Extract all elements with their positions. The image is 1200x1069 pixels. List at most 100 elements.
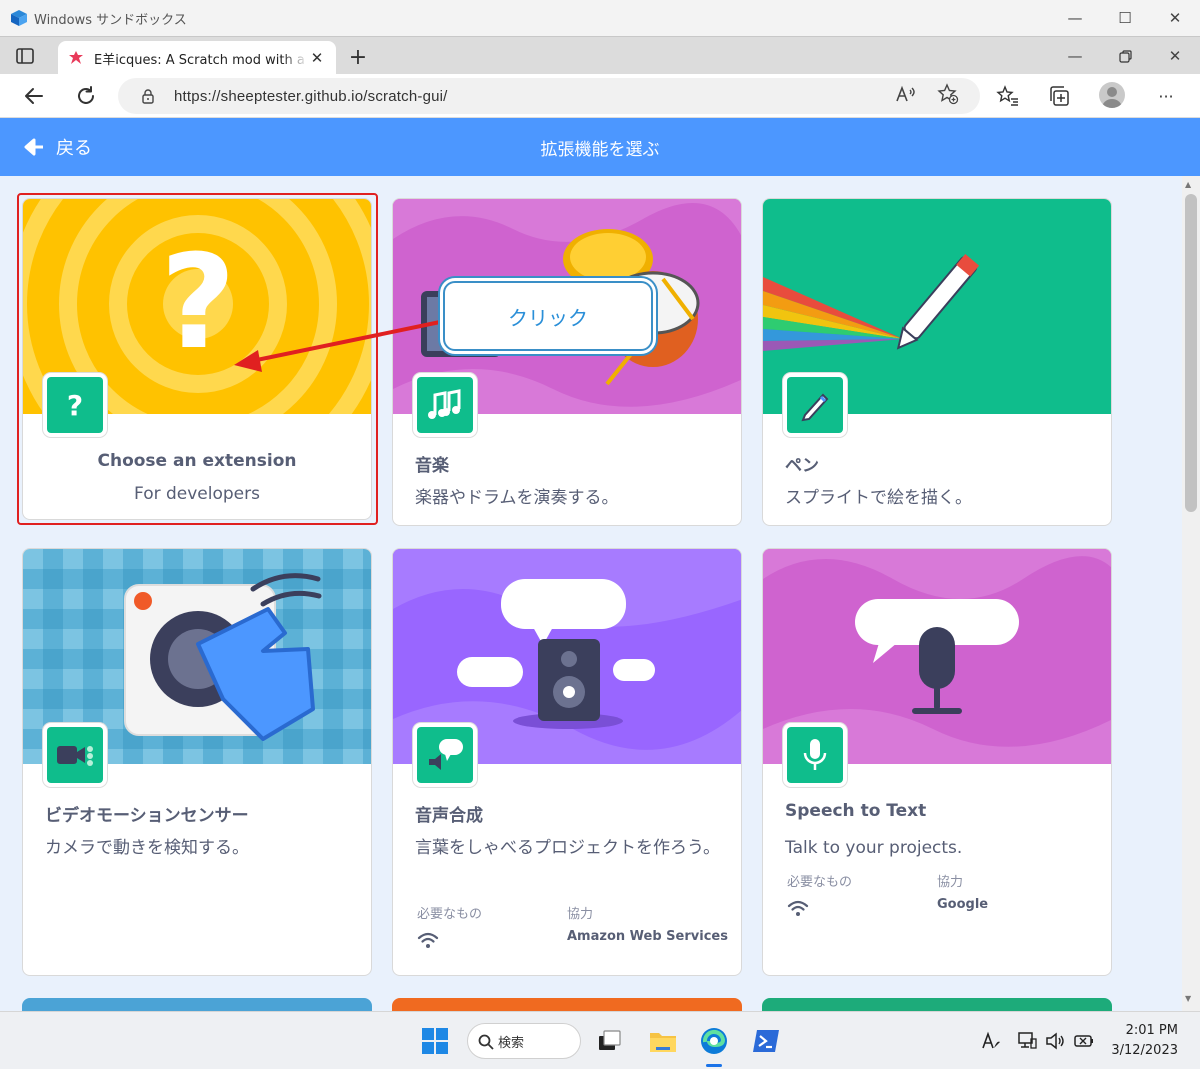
extension-card-partial[interactable] bbox=[392, 998, 742, 1011]
refresh-icon bbox=[78, 86, 94, 104]
wifi-icon bbox=[417, 932, 439, 948]
person-icon bbox=[1102, 87, 1122, 108]
active-app-indicator bbox=[706, 1064, 722, 1067]
extension-card-partial[interactable] bbox=[22, 998, 372, 1011]
edge-taskbar-button[interactable] bbox=[697, 1024, 731, 1058]
input-indicator-icon[interactable] bbox=[980, 1030, 1002, 1052]
powershell-icon bbox=[753, 1030, 779, 1052]
scratch-extension-library: 戻る 拡張機能を選ぶ ? ? Choose an extension For d… bbox=[0, 118, 1200, 1011]
favorites-list-icon bbox=[996, 85, 1018, 106]
browser-tab-active[interactable]: E羊icques: A Scratch mod with a ✕ bbox=[58, 41, 336, 75]
callout-text: クリック bbox=[508, 305, 588, 330]
scroll-down-icon[interactable]: ▼ bbox=[1185, 994, 1191, 1003]
extension-badge-music bbox=[413, 373, 477, 437]
sandbox-title: Windows サンドボックス bbox=[34, 12, 187, 28]
extension-description: スプライトで絵を描く。 bbox=[785, 488, 972, 508]
battery-icon[interactable] bbox=[1073, 1030, 1095, 1052]
volume-icon[interactable] bbox=[1044, 1030, 1066, 1052]
search-icon bbox=[478, 1034, 494, 1050]
extension-card-pen[interactable]: ペン スプライトで絵を描く。 bbox=[762, 198, 1112, 526]
extension-card-music[interactable]: 音楽 楽器やドラムを演奏する。 bbox=[392, 198, 742, 526]
sandbox-close-button[interactable]: ✕ bbox=[1150, 0, 1200, 36]
back-nav-button[interactable] bbox=[20, 82, 48, 110]
browser-close-button[interactable]: ✕ bbox=[1150, 37, 1200, 75]
extension-name: 音声合成 bbox=[415, 806, 483, 826]
collaborator-label: 協力 bbox=[937, 875, 964, 890]
folder-icon bbox=[650, 1033, 676, 1052]
start-button[interactable] bbox=[418, 1024, 452, 1058]
video-sensing-icon bbox=[47, 727, 103, 783]
click-callout: クリック bbox=[443, 281, 653, 351]
search-label: 検索 bbox=[498, 1035, 525, 1051]
sandbox-maximize-button[interactable]: ☐ bbox=[1100, 0, 1150, 36]
extension-card-text-to-speech[interactable]: 音声合成 言葉をしゃべるプロジェクトを作ろう。 必要なもの 協力 Amazon … bbox=[392, 548, 742, 976]
extension-badge-speech-to-text bbox=[783, 723, 847, 787]
extension-badge-text-to-speech bbox=[413, 723, 477, 787]
profile-avatar[interactable] bbox=[1099, 82, 1125, 108]
sheep-favicon-icon bbox=[69, 51, 83, 64]
speech-bubble-icon bbox=[417, 727, 473, 783]
restore-icon bbox=[1118, 49, 1132, 63]
clock-date: 3/12/2023 bbox=[1111, 1043, 1178, 1058]
extension-badge-pen bbox=[783, 373, 847, 437]
library-title: 拡張機能を選ぶ bbox=[540, 140, 660, 160]
address-bar[interactable]: https://sheeptester.github.io/scratch-gu… bbox=[118, 78, 980, 114]
edge-logo-icon bbox=[701, 1028, 727, 1054]
file-explorer-button[interactable] bbox=[646, 1024, 680, 1058]
browser-window-controls: — ✕ bbox=[1050, 37, 1200, 75]
browser-minimize-button[interactable]: — bbox=[1050, 37, 1100, 75]
extension-card-speech-to-text[interactable]: Speech to Text Talk to your projects. 必要… bbox=[762, 548, 1112, 976]
new-tab-button[interactable]: + bbox=[344, 43, 372, 71]
extension-name: 音楽 bbox=[415, 456, 449, 476]
requires-label: 必要なもの bbox=[417, 907, 483, 922]
favorites-button[interactable] bbox=[994, 82, 1022, 110]
extension-card-partial[interactable] bbox=[762, 998, 1112, 1011]
wifi-icon bbox=[787, 900, 809, 916]
url-text[interactable]: https://sheeptester.github.io/scratch-gu… bbox=[174, 88, 448, 105]
read-aloud-button[interactable] bbox=[894, 82, 918, 106]
sandbox-title-bar: Windows サンドボックス — ☐ ✕ bbox=[0, 0, 1200, 36]
sandbox-window-controls: — ☐ ✕ bbox=[1050, 0, 1200, 36]
library-header: 戻る 拡張機能を選ぶ bbox=[0, 118, 1200, 176]
extension-description: 楽器やドラムを演奏する。 bbox=[415, 488, 619, 508]
tab-close-icon[interactable]: ✕ bbox=[308, 49, 326, 67]
extension-card-video-sensing[interactable]: ビデオモーションセンサー カメラで動きを検知する。 bbox=[22, 548, 372, 976]
taskbar-search-box[interactable]: 検索 bbox=[467, 1023, 581, 1059]
collaborator-label: 協力 bbox=[567, 907, 594, 922]
extension-description: カメラで動きを検知する。 bbox=[45, 838, 249, 858]
microphone-icon bbox=[787, 727, 843, 783]
sandbox-minimize-button[interactable]: — bbox=[1050, 0, 1100, 36]
windows-logo-icon bbox=[422, 1028, 448, 1054]
requires-label: 必要なもの bbox=[787, 875, 853, 890]
browser-toolbar: https://sheeptester.github.io/scratch-gu… bbox=[0, 74, 1200, 118]
extension-badge-video-sensing bbox=[43, 723, 107, 787]
refresh-button[interactable] bbox=[72, 82, 100, 110]
settings-more-button[interactable]: ··· bbox=[1152, 82, 1180, 110]
collaborator-name: Google bbox=[937, 897, 989, 912]
pen-icon bbox=[787, 377, 843, 433]
collections-button[interactable] bbox=[1045, 82, 1073, 110]
collaborator-name: Amazon Web Services bbox=[567, 929, 728, 944]
taskbar-clock[interactable]: 2:01 PM 3/12/2023 bbox=[1111, 1021, 1178, 1061]
page-scrollbar-thumb[interactable] bbox=[1185, 194, 1197, 512]
powershell-button[interactable] bbox=[749, 1024, 783, 1058]
extension-name: ビデオモーションセンサー bbox=[45, 806, 249, 826]
browser-restore-button[interactable] bbox=[1100, 37, 1150, 75]
music-note-icon bbox=[417, 377, 473, 433]
highlight-outline bbox=[17, 193, 378, 525]
browser-tab-strip: E羊icques: A Scratch mod with a ✕ + — ✕ bbox=[0, 36, 1200, 75]
clock-time: 2:01 PM bbox=[1125, 1023, 1178, 1038]
lock-icon[interactable] bbox=[140, 88, 156, 104]
network-icon[interactable] bbox=[1016, 1030, 1038, 1052]
tab-actions-icon[interactable] bbox=[14, 45, 36, 67]
extension-description: 言葉をしゃべるプロジェクトを作ろう。 bbox=[415, 838, 720, 858]
add-favorite-button[interactable] bbox=[936, 82, 960, 106]
arrow-left-icon bbox=[25, 88, 43, 104]
scroll-up-icon[interactable]: ▲ bbox=[1185, 180, 1191, 189]
extension-description: Talk to your projects. bbox=[785, 838, 963, 858]
task-view-button[interactable] bbox=[592, 1024, 626, 1058]
sandbox-icon bbox=[11, 10, 27, 26]
star-add-icon bbox=[937, 83, 959, 105]
task-view-icon bbox=[599, 1030, 621, 1050]
windows-taskbar: 検索 2:01 PM 3/12/2023 bbox=[0, 1011, 1200, 1069]
